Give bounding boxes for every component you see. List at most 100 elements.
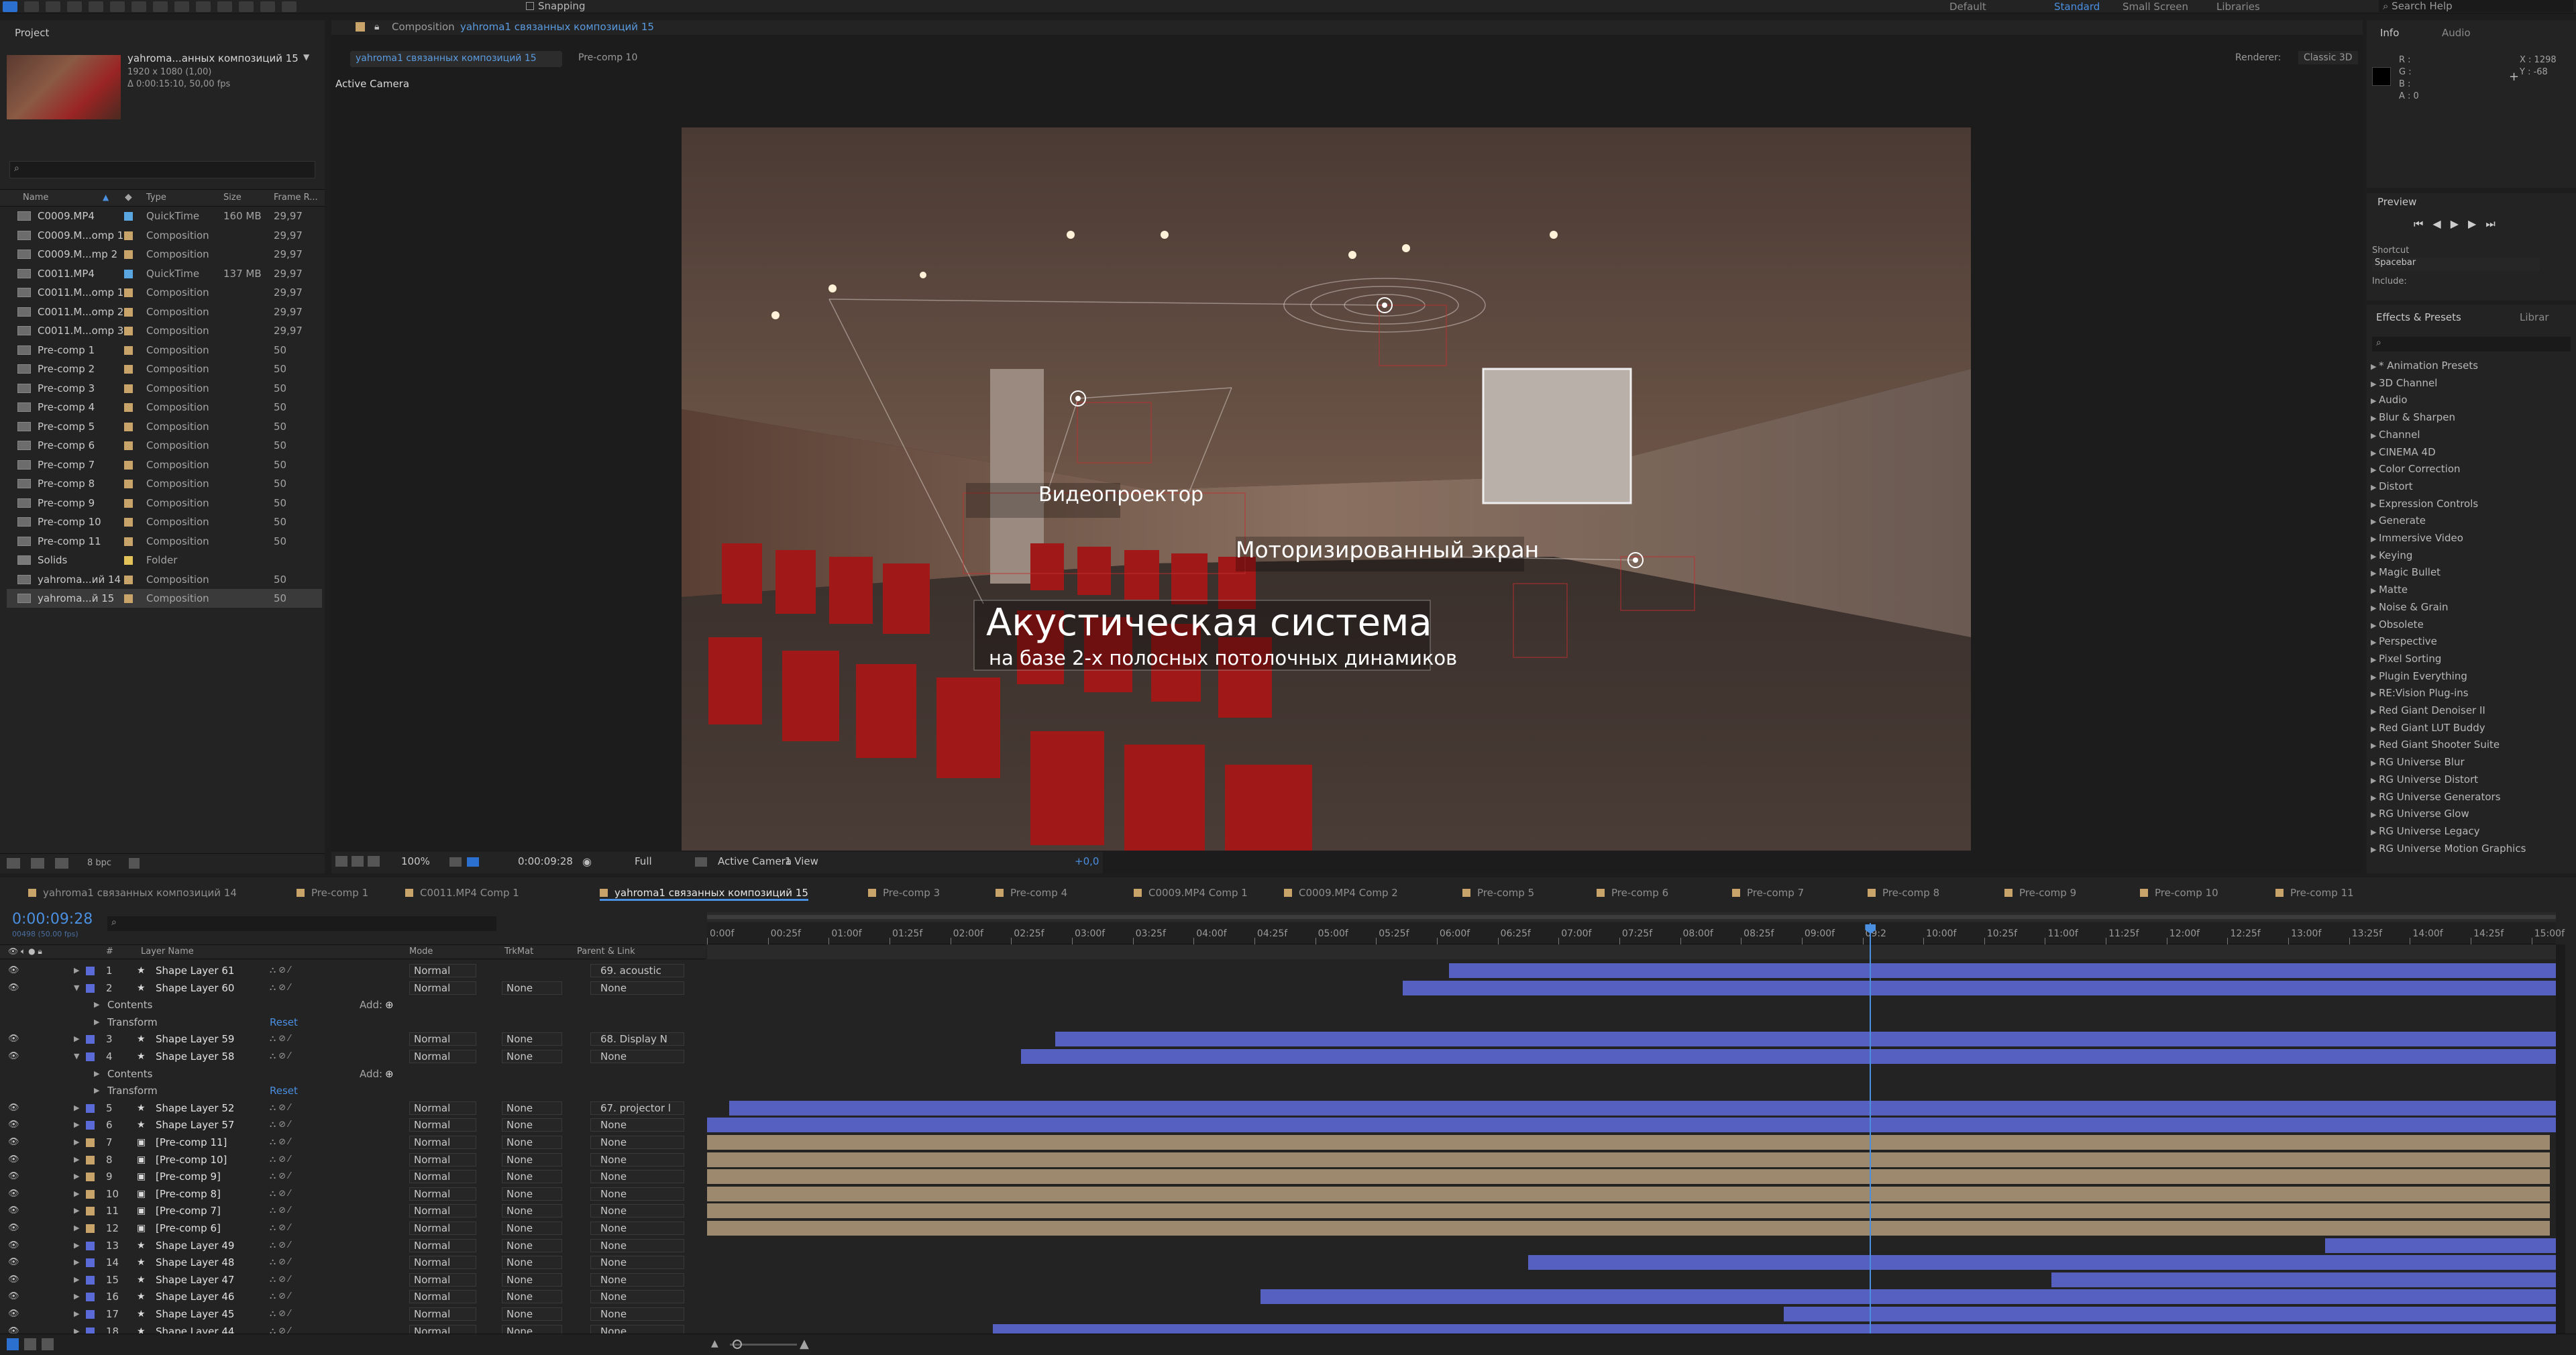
layer-name[interactable]: Shape Layer 60 [156, 979, 234, 997]
blend-mode-select[interactable]: Normal [409, 1187, 476, 1201]
expand-closed-icon[interactable]: ▶ [74, 962, 79, 979]
label-color-swatch[interactable] [124, 575, 133, 584]
track-matte-select[interactable]: None [502, 1187, 562, 1201]
snapping-toggle[interactable]: Snapping [526, 0, 585, 12]
visibility-eye-icon[interactable]: 👁︎ [8, 1185, 19, 1203]
layer-name[interactable]: Shape Layer 57 [156, 1116, 234, 1134]
timeline-tab[interactable]: Pre-comp 9 [2004, 887, 2076, 899]
hand-tool-icon[interactable] [24, 1, 39, 12]
effects-category[interactable]: Distort [2371, 480, 2413, 492]
expand-closed-icon[interactable]: ▶ [74, 1288, 79, 1305]
layer-name[interactable]: [Pre-comp 6] [156, 1220, 221, 1237]
blend-mode-select[interactable]: Normal [409, 981, 476, 995]
timeline-tab[interactable]: yahroma1 связанных композиций 15 [600, 887, 808, 901]
timeline-tab[interactable]: Pre-comp 5 [1462, 887, 1534, 899]
timeline-tab[interactable]: Pre-comp 7 [1732, 887, 1804, 899]
effects-category[interactable]: Audio [2371, 394, 2408, 406]
track-matte-select[interactable]: None [502, 1307, 562, 1321]
layer-name[interactable]: [Pre-comp 7] [156, 1202, 221, 1220]
zoom-tool-icon[interactable] [46, 1, 60, 12]
workspace-standard[interactable]: Standard [2054, 1, 2100, 13]
label-color-swatch[interactable] [124, 365, 133, 374]
timeline-tab[interactable]: C0011.MP4 Comp 1 [405, 887, 519, 899]
expand-closed-icon[interactable]: ▶ [74, 1305, 79, 1323]
composition-viewer[interactable] [682, 127, 1971, 851]
label-color-swatch[interactable] [124, 288, 133, 297]
pan-behind-tool-icon[interactable] [110, 1, 125, 12]
timeline-zoom-slider[interactable] [730, 1340, 797, 1349]
layer-label-swatch[interactable] [86, 1052, 95, 1061]
new-composition-icon[interactable] [55, 858, 68, 869]
visibility-eye-icon[interactable]: 👁︎ [8, 1099, 19, 1117]
reset-link[interactable]: Reset [270, 1082, 298, 1099]
layer-row[interactable]: 👁︎ ▶ 7 ▣ [Pre-comp 11] ⛬ ⊘ ⁄ Normal None None [0, 1134, 706, 1151]
effects-category[interactable]: Magic Bullet [2371, 566, 2440, 578]
libraries-tab[interactable]: Librar [2520, 311, 2549, 323]
current-time-readout[interactable]: 0:00:09:28 [518, 855, 573, 867]
layer-switches[interactable]: ⛬ ⊘ ⁄ [270, 1220, 290, 1237]
project-item[interactable]: Pre-comp 6 Composition 50 [7, 436, 322, 455]
layer-switches[interactable]: ⛬ ⊘ ⁄ [270, 1185, 290, 1203]
project-item[interactable]: Pre-comp 1 Composition 50 [7, 341, 322, 360]
layer-label-swatch[interactable] [86, 1138, 95, 1147]
layer-duration-bar[interactable] [707, 1221, 2550, 1236]
expand-closed-icon[interactable]: ▶ [74, 1202, 79, 1220]
project-item[interactable]: Pre-comp 8 Composition 50 [7, 474, 322, 493]
timeline-current-time[interactable]: 0:00:09:28 [12, 911, 93, 928]
layer-duration-bar[interactable] [707, 1135, 2550, 1150]
label-color-swatch[interactable] [124, 212, 133, 221]
layer-name[interactable]: Shape Layer 47 [156, 1271, 234, 1289]
effects-category[interactable]: Keying [2371, 549, 2412, 561]
visibility-eye-icon[interactable]: 👁︎ [8, 1030, 19, 1048]
parent-select[interactable]: None [590, 1238, 684, 1252]
parent-select[interactable]: None [590, 981, 684, 995]
layer-switches[interactable]: ⛬ ⊘ ⁄ [270, 1305, 290, 1323]
layer-switches[interactable]: ⛬ ⊘ ⁄ [270, 1271, 290, 1289]
effects-category[interactable]: Immersive Video [2371, 532, 2463, 544]
layer-row[interactable]: 👁︎ ▶ 12 ▣ [Pre-comp 6] ⛬ ⊘ ⁄ Normal None None [0, 1220, 706, 1237]
mask-visibility-icon[interactable] [368, 856, 380, 867]
view-layout-select[interactable]: 1 View [785, 855, 818, 867]
label-color-swatch[interactable] [124, 594, 133, 603]
resolution-select[interactable]: Full [635, 855, 652, 867]
comp-tab-active[interactable]: yahroma1 связанных композиций 15 [350, 51, 562, 67]
layer-switches[interactable]: ⛬ ⊘ ⁄ [270, 979, 290, 997]
layer-name[interactable]: Shape Layer 58 [156, 1048, 234, 1065]
magnification-select[interactable]: 100% [401, 855, 430, 867]
blend-mode-select[interactable]: Normal [409, 1032, 476, 1046]
parent-select[interactable]: None [590, 1136, 684, 1149]
layer-label-swatch[interactable] [86, 983, 95, 993]
audio-tab[interactable]: Audio [2442, 27, 2471, 39]
layer-row[interactable]: 👁︎ ▶ 15 ★ Shape Layer 47 ⛬ ⊘ ⁄ Normal None None [0, 1271, 706, 1289]
project-item[interactable]: C0009.MP4 QuickTime 160 MB 29,97 [7, 207, 322, 225]
blend-mode-select[interactable]: Normal [409, 1050, 476, 1063]
effects-presets-tab[interactable]: Effects & Presets [2376, 311, 2461, 323]
effects-category[interactable]: Color Correction [2371, 463, 2461, 475]
add-icon[interactable]: ⊕ [385, 996, 394, 1014]
blend-mode-select[interactable]: Normal [409, 1152, 476, 1167]
project-item[interactable]: Pre-comp 11 Composition 50 [7, 532, 322, 551]
search-help-field[interactable]: ⌕ Search Help [2379, 0, 2573, 12]
shape-tool-icon[interactable] [131, 1, 146, 12]
interpret-footage-icon[interactable] [7, 858, 20, 869]
project-item[interactable]: Pre-comp 4 Composition 50 [7, 398, 322, 417]
layer-row[interactable]: 👁︎ ▶ 8 ▣ [Pre-comp 10] ⛬ ⊘ ⁄ Normal None None [0, 1151, 706, 1169]
visibility-eye-icon[interactable]: 👁︎ [8, 962, 19, 979]
effects-category[interactable]: RG Universe Distort [2371, 773, 2478, 785]
expand-open-icon[interactable]: ▼ [74, 979, 79, 997]
effects-category[interactable]: RG Universe Generators [2371, 791, 2501, 803]
label-color-swatch[interactable] [124, 556, 133, 565]
timeline-tab[interactable]: Pre-comp 3 [868, 887, 940, 899]
track-matte-select[interactable]: None [502, 1272, 562, 1287]
rotate-tool-icon[interactable] [67, 1, 82, 12]
layer-duration-bar[interactable] [2324, 1238, 2556, 1253]
track-matte-select[interactable]: None [502, 1238, 562, 1252]
parent-select[interactable]: None [590, 1204, 684, 1218]
modes-toggle-icon[interactable] [24, 1338, 36, 1350]
expand-closed-icon[interactable]: ▶ [74, 1220, 79, 1237]
playhead[interactable] [1870, 923, 1872, 1334]
track-matte-select[interactable]: None [502, 1290, 562, 1304]
layer-switches[interactable]: ⛬ ⊘ ⁄ [270, 1030, 290, 1048]
layer-duration-bar[interactable] [1020, 1049, 2556, 1064]
parent-select[interactable]: 69. acoustic [590, 964, 684, 977]
